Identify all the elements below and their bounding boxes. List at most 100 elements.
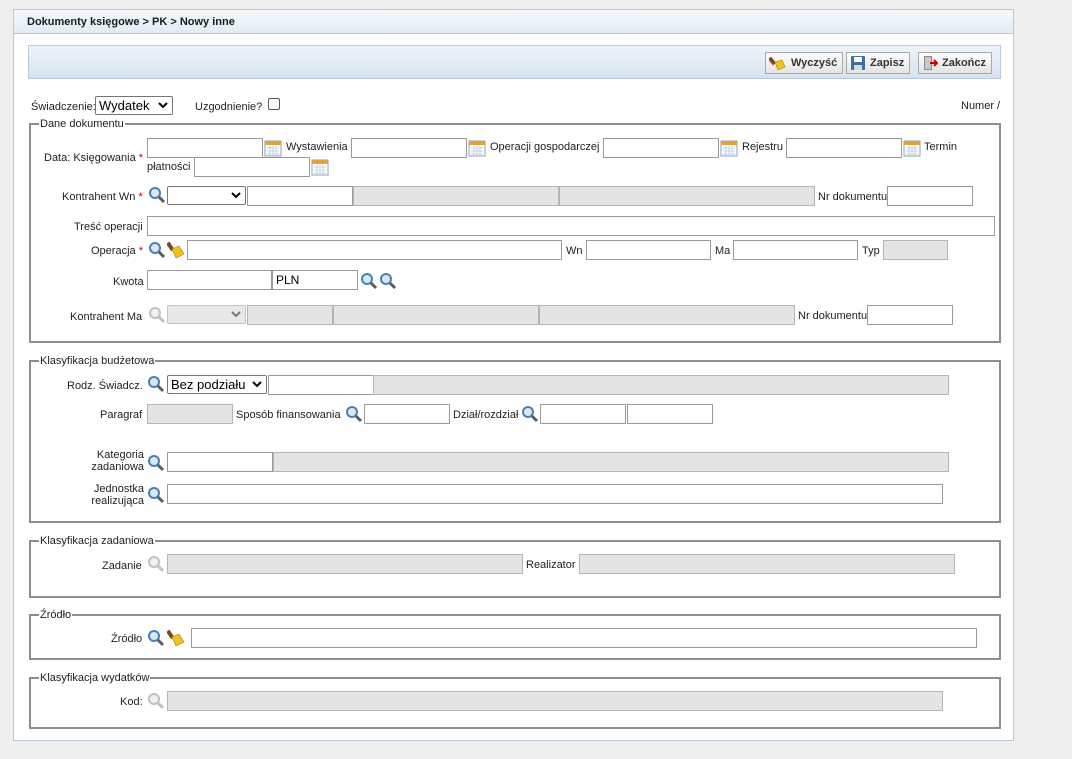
numer-label: Numer /	[961, 100, 1001, 112]
klasyfikacja-budzetowa-legend: Klasyfikacja budżetowa	[40, 355, 155, 367]
kategoria-zadaniowa-input[interactable]	[167, 452, 273, 472]
rodz-swiadcz-name-field	[373, 375, 949, 395]
chevron-down-icon	[158, 102, 168, 109]
document-panel: Dokumenty księgowe > PK > Nowy inne Wycz…	[13, 9, 1014, 741]
dzial-rozdzial-label: Dział/rozdział	[453, 409, 519, 421]
ma-label: Ma	[715, 245, 731, 257]
jednostka-realizujaca-label: Jednostka realizująca	[91, 483, 144, 507]
currency-input[interactable]	[272, 270, 358, 290]
kwota-input[interactable]	[147, 270, 272, 290]
search-icon[interactable]	[379, 272, 397, 290]
data-ksiegowania-input[interactable]	[147, 138, 263, 158]
search-icon[interactable]	[147, 454, 165, 472]
tresc-operacji-label: Treść operacji	[74, 221, 143, 233]
calendar-icon[interactable]	[903, 139, 921, 157]
broom-icon	[769, 56, 786, 71]
dzial-input[interactable]	[540, 404, 626, 424]
konto-wn-input[interactable]	[586, 240, 711, 260]
kontrahent-ma-code-field	[247, 305, 333, 325]
kontrahent-wn-name-field	[353, 186, 559, 206]
rodz-swiadcz-select[interactable]: Bez podziału	[167, 375, 267, 394]
search-icon[interactable]	[148, 241, 166, 259]
rejestru-label: Rejestru	[742, 141, 783, 153]
swiadczenie-select[interactable]: Wydatek	[95, 96, 173, 115]
search-icon[interactable]	[360, 272, 378, 290]
rodz-swiadcz-value: Bez podziału	[171, 377, 246, 392]
swiadczenie-value: Wydatek	[99, 98, 150, 113]
search-icon[interactable]	[148, 186, 166, 204]
sposob-finansowania-input[interactable]	[364, 404, 450, 424]
rodz-swiadcz-code-input[interactable]	[268, 375, 374, 395]
klasyfikacja-zadaniowa-legend: Klasyfikacja zadaniowa	[40, 535, 154, 547]
calendar-icon[interactable]	[311, 158, 329, 176]
rodz-swiadcz-label: Rodz. Świadcz.	[67, 380, 143, 392]
chevron-down-icon	[231, 311, 241, 318]
kontrahent-wn-address-field	[559, 186, 815, 206]
calendar-icon[interactable]	[264, 139, 282, 157]
uzgodnienie-checkbox[interactable]	[268, 98, 280, 110]
termin-label: Termin	[924, 141, 958, 153]
wn-label: Wn	[566, 245, 583, 257]
nr-dokumentu-ma-label: Nr dokumentu	[798, 310, 868, 322]
chevron-down-icon	[252, 381, 262, 388]
data-wystawienia-input[interactable]	[351, 138, 467, 158]
toolbar: Wyczyść Zapisz Zakończ	[28, 45, 1001, 79]
realizator-label: Realizator	[526, 559, 576, 571]
operacja-input[interactable]	[187, 240, 562, 260]
clear-button[interactable]: Wyczyść	[765, 52, 844, 74]
zadanie-field	[167, 554, 523, 574]
kategoria-zadaniowa-name-field	[273, 452, 949, 472]
search-icon	[148, 693, 165, 710]
zrodlo-input[interactable]	[191, 628, 977, 648]
jednostka-realizujaca-input[interactable]	[167, 484, 943, 504]
save-button[interactable]: Zapisz	[846, 52, 911, 74]
tresc-operacji-input[interactable]	[147, 216, 995, 236]
typ-field	[883, 240, 948, 260]
data-ksiegowania-label: Data: Księgowania *	[44, 152, 144, 164]
nr-dokumentu-label: Nr dokumentu	[818, 191, 888, 203]
search-icon[interactable]	[147, 375, 165, 393]
dane-dokumentu-legend: Dane dokumentu	[40, 118, 124, 130]
paragraf-field	[147, 404, 233, 424]
exit-door-icon	[924, 56, 938, 70]
close-button[interactable]: Zakończ	[918, 52, 993, 74]
zadanie-label: Zadanie	[102, 560, 142, 572]
zrodlo-legend: Źródło	[40, 609, 72, 621]
calendar-icon[interactable]	[468, 139, 486, 157]
kwota-label: Kwota	[113, 276, 144, 288]
search-icon	[148, 556, 165, 573]
search-icon[interactable]	[345, 405, 363, 423]
nr-dokumentu-input[interactable]	[887, 186, 973, 206]
zrodlo-label: Źródło	[111, 633, 143, 645]
broom-icon[interactable]	[167, 629, 185, 647]
search-icon[interactable]	[147, 629, 165, 647]
rozdzial-input[interactable]	[627, 404, 713, 424]
typ-label: Typ	[862, 245, 880, 257]
kod-field	[167, 691, 943, 711]
klasyfikacja-wydatkow-legend: Klasyfikacja wydatków	[40, 672, 150, 684]
breadcrumb: Dokumenty księgowe > PK > Nowy inne	[14, 10, 1013, 34]
sposob-finansowania-label: Sposób finansowania	[236, 409, 341, 421]
platnosci-label: płatności	[147, 161, 191, 173]
realizator-field	[579, 554, 955, 574]
termin-platnosci-input[interactable]	[194, 157, 310, 177]
data-operacji-input[interactable]	[603, 138, 719, 158]
chevron-down-icon	[231, 192, 241, 199]
search-icon[interactable]	[521, 405, 539, 423]
paragraf-label: Paragraf	[100, 409, 143, 421]
calendar-icon[interactable]	[720, 139, 738, 157]
search-icon[interactable]	[147, 486, 165, 504]
kod-label: Kod:	[120, 696, 143, 708]
swiadczenie-label: Świadczenie:	[31, 101, 96, 113]
kategoria-zadaniowa-label: Kategoria zadaniowa	[91, 449, 144, 473]
kontrahent-wn-type-select[interactable]	[167, 186, 246, 205]
operacji-gospodarczej-label: Operacji gospodarczej	[490, 141, 600, 153]
konto-ma-input[interactable]	[733, 240, 858, 260]
nr-dokumentu-ma-input[interactable]	[867, 305, 953, 325]
kontrahent-ma-name-field	[333, 305, 539, 325]
kontrahent-wn-code-input[interactable]	[247, 186, 353, 206]
broom-icon[interactable]	[167, 241, 185, 259]
search-icon	[149, 307, 166, 324]
kontrahent-ma-type-select	[167, 305, 246, 324]
data-rejestru-input[interactable]	[786, 138, 902, 158]
